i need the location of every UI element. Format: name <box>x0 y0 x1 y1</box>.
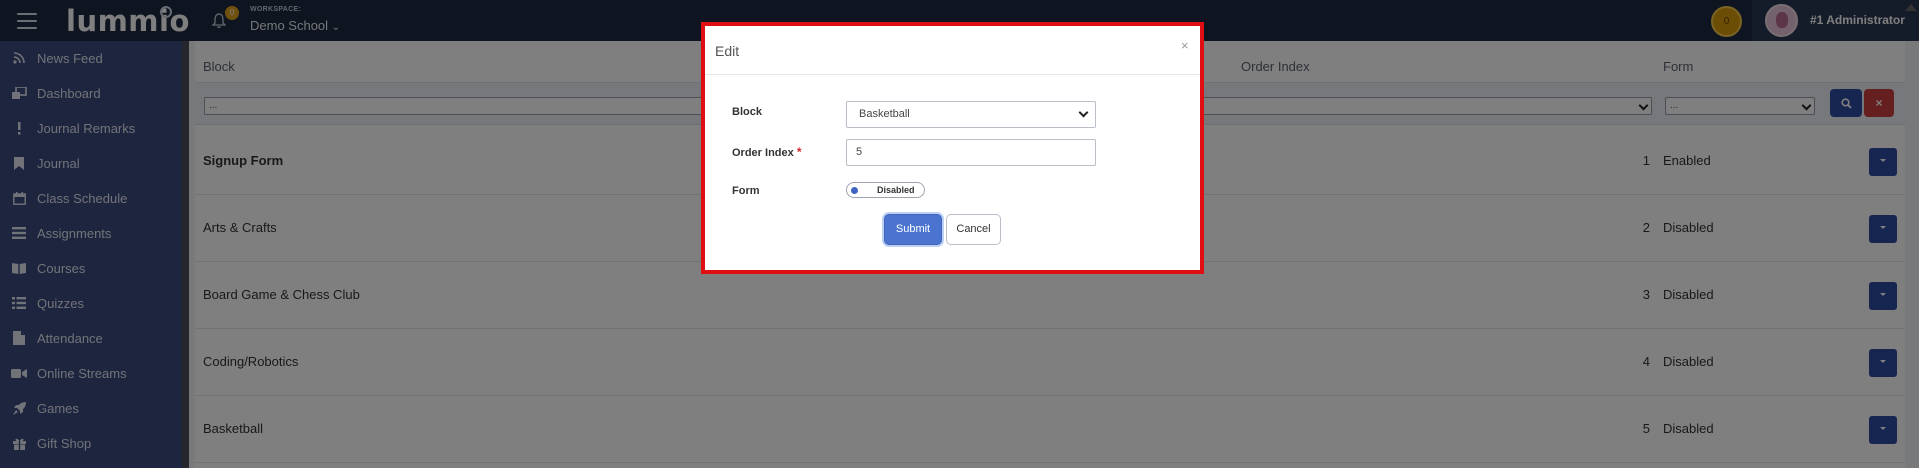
order-index-input[interactable]: 5 <box>846 139 1096 166</box>
order-index-value: 5 <box>856 146 863 158</box>
submit-button[interactable]: Submit <box>884 214 942 245</box>
block-select[interactable]: Basketball <box>846 101 1096 128</box>
modal-title: Edit <box>715 43 740 59</box>
toggle-knob <box>851 187 858 194</box>
cancel-button[interactable]: Cancel <box>946 214 1001 245</box>
modal-header: Edit × <box>705 26 1200 75</box>
block-select-value: Basketball <box>859 108 910 120</box>
form-toggle-label: Disabled <box>877 185 915 195</box>
form-toggle[interactable]: Disabled <box>846 182 925 198</box>
required-mark: * <box>796 145 802 159</box>
form-label: Form <box>732 185 760 197</box>
edit-modal: Edit × Block Basketball Order Index * 5 … <box>701 22 1204 274</box>
close-icon[interactable]: × <box>1181 38 1189 53</box>
order-index-label-text: Order Index <box>732 147 794 159</box>
block-label: Block <box>732 106 762 118</box>
order-index-label: Order Index * <box>732 145 801 159</box>
chevron-down-icon <box>1078 107 1089 118</box>
